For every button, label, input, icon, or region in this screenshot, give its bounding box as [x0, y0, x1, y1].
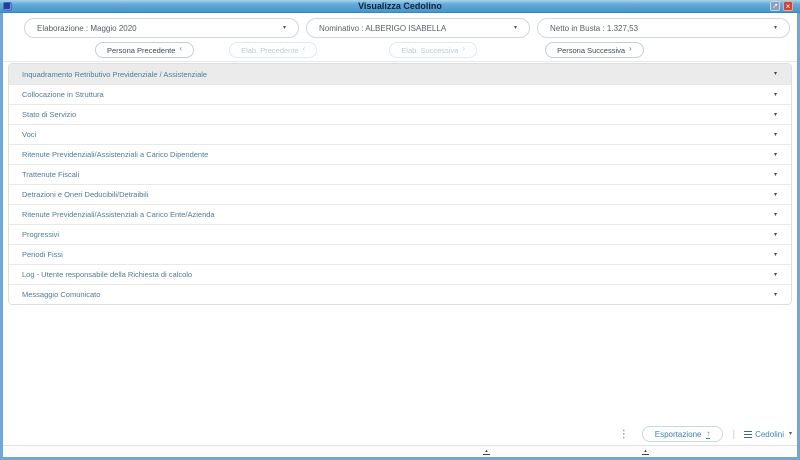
accordion-section-ritenute-dipendente[interactable]: Ritenute Previdenziali/Assistenziali a C… — [9, 144, 791, 164]
accordion-section-ritenute-ente-azienda[interactable]: Ritenute Previdenziali/Assistenziali a C… — [9, 204, 791, 224]
elab-successiva-label: Elab. Successiva — [401, 45, 459, 55]
chevron-down-icon: ▾ — [773, 271, 777, 278]
accordion-section-log-utente[interactable]: Log - Utente responsabile della Richiest… — [9, 264, 791, 284]
netto-in-busta-dropdown[interactable]: Netto in Busta : 1.327,53 ▾ — [537, 18, 790, 38]
accordion-section-inquadramento[interactable]: Inquadramento Retributivo Previdenziale … — [9, 64, 791, 84]
accordion-section-label: Ritenute Previdenziali/Assistenziali a C… — [22, 150, 209, 159]
accordion-section-messaggio-comunicato[interactable]: Messaggio Comunicato ▾ — [9, 284, 791, 304]
accordion-section-label: Stato di Servizio — [22, 110, 77, 119]
chevron-down-icon: ▾ — [773, 191, 777, 198]
window-body: Elaborazione : Maggio 2020 ▾ Nominativo … — [0, 13, 800, 460]
list-icon — [744, 430, 753, 438]
accordion-section-collocazione[interactable]: Collocazione in Struttura ▾ — [9, 84, 791, 104]
chevron-down-icon: ▾ — [773, 111, 777, 118]
more-options-icon[interactable]: ⋮ — [615, 429, 633, 440]
accordion-section-progressivi[interactable]: Progressivi ▾ — [9, 224, 791, 244]
elaborazione-dropdown[interactable]: Elaborazione : Maggio 2020 ▾ — [24, 18, 299, 38]
accordion-section-label: Detrazioni e Oneri Deducibili/Detraibili — [22, 190, 149, 199]
persona-precedente-button[interactable]: Persona Precedente ‹ — [95, 42, 195, 58]
footer-toolbar: ⋮ Esportazione ↑ | Cedolini ▾ — [615, 425, 792, 443]
chevron-down-icon: ▾ — [773, 231, 777, 238]
chevron-right-icon: › — [462, 44, 466, 53]
maximize-icon[interactable]: ↗ — [770, 1, 780, 11]
esportazione-label: Esportazione — [654, 429, 702, 439]
footer-separator: | — [732, 428, 736, 440]
accordion-section-periodi-fissi[interactable]: Periodi Fissi ▾ — [9, 244, 791, 264]
chevron-down-icon: ▾ — [773, 151, 777, 158]
nominativo-value: Nominativo : ALBERIGO ISABELLA — [319, 23, 447, 33]
accordion-section-trattenute-fiscali[interactable]: Trattenute Fiscali ▾ — [9, 164, 791, 184]
window-title: Visualizza Cedolino — [358, 1, 442, 11]
accordion-section-voci[interactable]: Voci ▾ — [9, 124, 791, 144]
accordion-section-label: Inquadramento Retributivo Previdenziale … — [22, 69, 208, 79]
persona-successiva-button[interactable]: Persona Successiva › — [545, 42, 644, 58]
chevron-down-icon: ▾ — [773, 25, 777, 31]
navigation-row: Persona Precedente ‹ Elab. Precedente ‹ … — [3, 41, 797, 59]
accordion-section-stato-di-servizio[interactable]: Stato di Servizio ▾ — [9, 104, 791, 124]
accordion-section-label: Trattenute Fiscali — [22, 170, 80, 179]
chevron-down-icon: ▾ — [773, 211, 777, 218]
chevron-down-icon: ▾ — [773, 291, 777, 298]
toolbar-divider — [3, 61, 797, 62]
chevron-down-icon: ▾ — [513, 25, 517, 31]
scroll-marker-icon: ▴ — [483, 449, 490, 455]
elab-precedente-button[interactable]: Elab. Precedente ‹ — [229, 42, 318, 58]
window-controls: ↗ × — [770, 1, 793, 11]
elab-precedente-label: Elab. Precedente — [241, 45, 299, 55]
persona-successiva-label: Persona Successiva — [557, 45, 626, 55]
visualizza-cedolino-window: Visualizza Cedolino ↗ × Elaborazione : M… — [0, 0, 800, 460]
chevron-down-icon: ▾ — [773, 91, 777, 98]
accordion-section-label: Log - Utente responsabile della Richiest… — [22, 270, 193, 279]
elaborazione-value: Elaborazione : Maggio 2020 — [37, 23, 137, 33]
netto-in-busta-value: Netto in Busta : 1.327,53 — [550, 23, 639, 33]
accordion-section-label: Ritenute Previdenziali/Assistenziali a C… — [22, 210, 215, 219]
accordion-section-label: Periodi Fissi — [22, 250, 63, 259]
elab-successiva-button[interactable]: Elab. Successiva › — [389, 42, 478, 58]
scroll-marker-icon: ▴ — [642, 449, 649, 455]
accordion-section-label: Messaggio Comunicato — [22, 290, 101, 299]
chevron-down-icon: ▾ — [773, 171, 777, 178]
accordion-section-label: Collocazione in Struttura — [22, 90, 104, 99]
accordion-section-label: Voci — [22, 130, 37, 139]
persona-precedente-label: Persona Precedente — [107, 45, 176, 55]
chevron-left-icon: ‹ — [179, 44, 183, 53]
export-upload-icon: ↑ — [706, 428, 711, 439]
chevron-down-icon: ▾ — [773, 251, 777, 258]
cedolini-button[interactable]: Cedolini ▾ — [744, 430, 792, 439]
esportazione-button[interactable]: Esportazione ↑ — [641, 426, 724, 442]
chevron-right-icon: › — [629, 44, 632, 53]
chevron-down-icon: ▾ — [773, 71, 777, 77]
accordion-panel: Inquadramento Retributivo Previdenziale … — [8, 63, 792, 305]
app-window-icon — [3, 1, 12, 11]
chevron-down-icon: ▾ — [788, 431, 792, 437]
close-icon[interactable]: × — [783, 1, 793, 11]
filter-row: Elaborazione : Maggio 2020 ▾ Nominativo … — [24, 18, 790, 38]
accordion-section-label: Progressivi — [22, 230, 60, 239]
chevron-down-icon: ▾ — [282, 25, 286, 31]
status-strip: ▴ ▴ — [3, 445, 797, 457]
accordion-section-detrazioni[interactable]: Detrazioni e Oneri Deducibili/Detraibili… — [9, 184, 791, 204]
window-titlebar: Visualizza Cedolino ↗ × — [0, 0, 800, 13]
chevron-left-icon: ‹ — [302, 44, 306, 53]
nominativo-dropdown[interactable]: Nominativo : ALBERIGO ISABELLA ▾ — [306, 18, 530, 38]
chevron-down-icon: ▾ — [773, 131, 777, 138]
cedolini-label: Cedolini — [755, 429, 784, 439]
